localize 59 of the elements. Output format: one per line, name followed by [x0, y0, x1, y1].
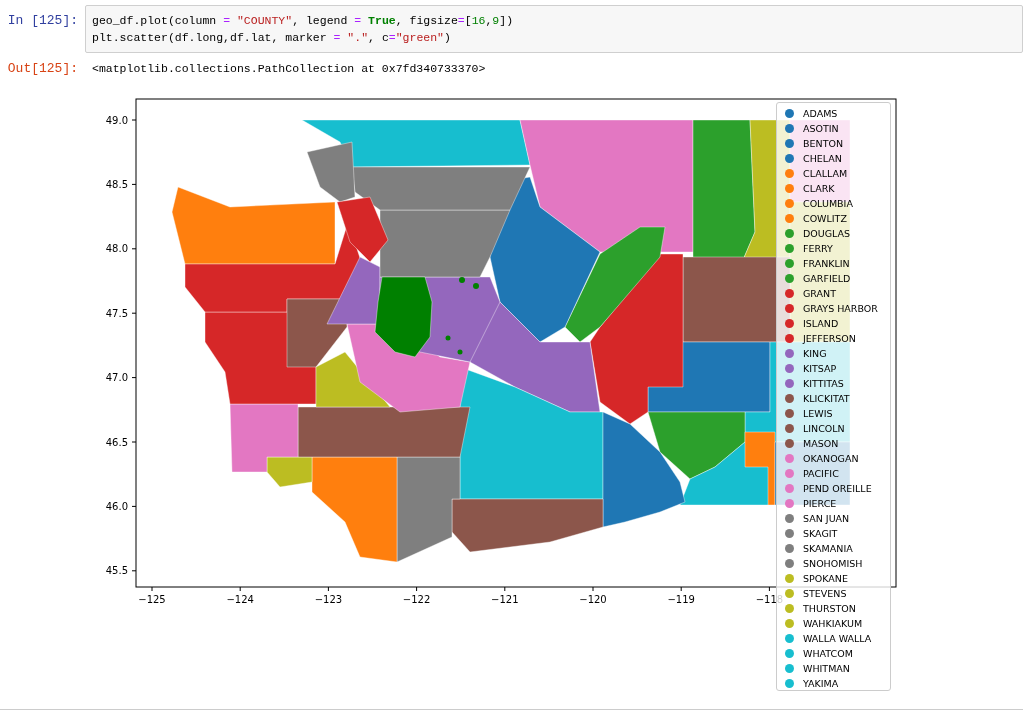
legend-label: OKANOGAN [803, 453, 859, 464]
legend-label: SPOKANE [803, 573, 848, 584]
y-tick-label: 48.5 [105, 178, 128, 190]
legend-label: WAHKIAKUM [803, 618, 863, 629]
legend-label: CLALLAM [803, 168, 848, 179]
legend-label: WHATCOM [803, 648, 853, 659]
legend-label: FRANKLIN [803, 258, 850, 269]
y-tick-label: 48.0 [105, 243, 128, 255]
legend-label: COLUMBIA [803, 198, 853, 209]
x-tick-label: −121 [491, 594, 519, 605]
legend-label: WHITMAN [803, 663, 850, 674]
legend-label: THURSTON [803, 603, 856, 614]
y-tick-label: 49.0 [105, 114, 128, 126]
legend-label: LINCOLN [803, 423, 845, 434]
legend-label: GRANT [803, 288, 836, 299]
legend-label: SAN JUAN [803, 513, 850, 524]
x-tick-label: −119 [667, 594, 695, 605]
x-tick-label: −120 [579, 594, 607, 605]
legend-label: YAKIMA [803, 678, 839, 689]
x-tick-label: −122 [402, 594, 431, 605]
x-tick-label: −118 [755, 594, 784, 605]
legend-label: KING [803, 348, 827, 359]
legend-label: PEND OREILLE [803, 483, 872, 494]
legend-label: ISLAND [803, 318, 839, 329]
y-tick-label: 45.5 [105, 565, 128, 577]
output-text: <matplotlib.collections.PathCollection at 0x7fd340733370> [91, 61, 486, 77]
legend-label: BENTON [803, 138, 843, 149]
legend-label: ASOTIN [803, 123, 839, 134]
legend-label: FERRY [803, 243, 833, 254]
legend-label: JEFFERSON [803, 333, 856, 344]
y-tick-label: 46.5 [105, 436, 128, 448]
y-tick-label: 46.0 [105, 500, 128, 512]
legend-label: PACIFIC [803, 468, 839, 479]
legend-label: GRAYS HARBOR [803, 303, 878, 314]
x-tick-label: −123 [314, 594, 343, 605]
legend-label: ADAMS [803, 108, 838, 119]
legend-label: COWLITZ [803, 213, 847, 224]
legend-label: SKAMANIA [803, 543, 853, 554]
legend-label: KITTITAS [803, 378, 844, 389]
legend-label: CLARK [803, 183, 835, 194]
legend-label: SNOHOMISH [803, 558, 863, 569]
y-tick-label: 47.0 [105, 372, 128, 384]
legend-label: LEWIS [803, 408, 833, 419]
output-prompt: Out[125]: [6, 60, 79, 77]
legend-label: PIERCE [803, 498, 837, 509]
x-tick-label: −124 [226, 594, 254, 605]
legend-label: MASON [803, 438, 839, 449]
legend-label: GARFIELD [803, 273, 851, 284]
x-tick-label: −125 [138, 594, 166, 605]
legend-label: DOUGLAS [803, 228, 851, 239]
legend-label: WALLA WALLA [803, 633, 872, 644]
legend-label: CHELAN [803, 153, 842, 164]
input-prompt: In [125]: [6, 12, 79, 29]
code-cell[interactable]: geo_df.plot(column = "COUNTY", legend = True, figsize=[16,9]) plt.scatter(df.long,df.lat, marker = ".", c="green") [85, 5, 1023, 53]
y-tick-label: 47.5 [105, 307, 128, 319]
legend-label: SKAGIT [803, 528, 838, 539]
legend-label: STEVENS [803, 588, 847, 599]
legend-label: KLICKITAT [803, 393, 850, 404]
legend-label: KITSAP [803, 363, 837, 374]
